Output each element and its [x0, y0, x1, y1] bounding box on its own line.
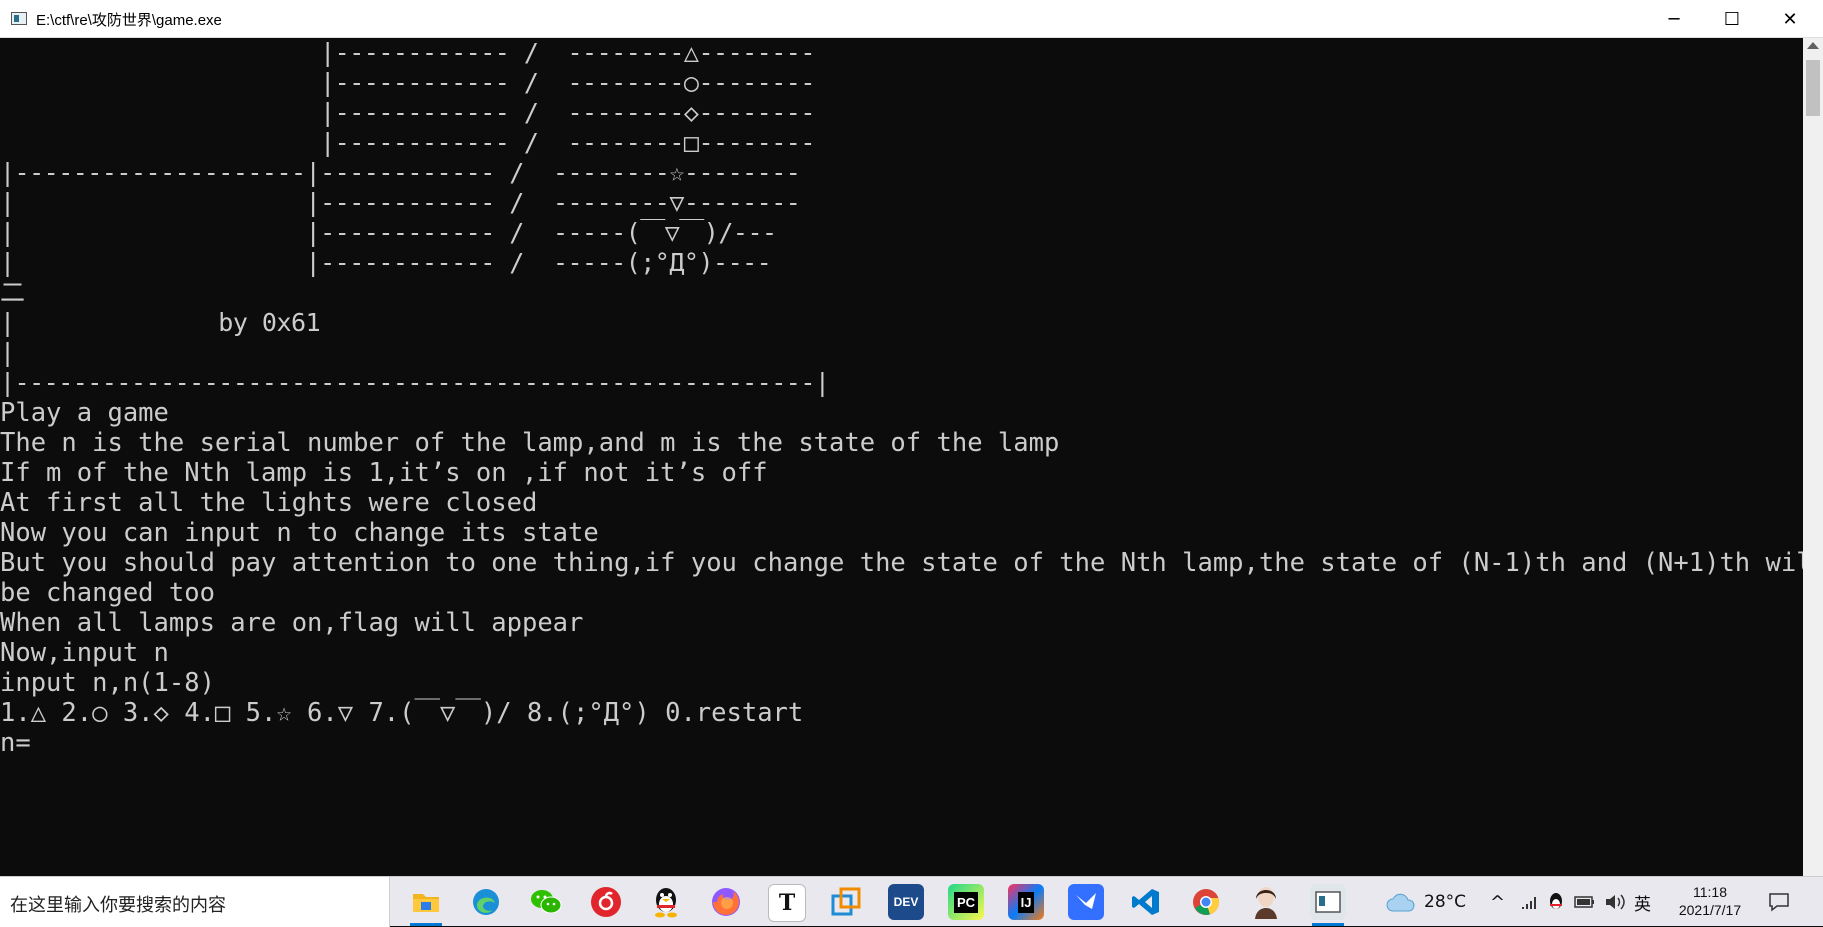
taskbar: 在这里输入你要搜索的内容 T DEV PC IJ 28°C ^ 英 11:18 … — [0, 876, 1823, 927]
qq-tray-icon[interactable] — [1547, 877, 1565, 927]
console-line: be changed too — [0, 578, 215, 608]
art-line: |------------ / --------◇-------- — [0, 98, 815, 127]
search-placeholder: 在这里输入你要搜索的内容 — [10, 895, 226, 916]
feishu-icon[interactable] — [1068, 884, 1104, 920]
netease-music-icon[interactable] — [588, 884, 624, 920]
console-output[interactable]: |------------ / --------△-------- |-----… — [0, 38, 1803, 876]
notification-icon[interactable] — [1768, 877, 1790, 927]
weather-widget[interactable]: 28°C — [1386, 877, 1466, 927]
wechat-icon[interactable] — [528, 884, 564, 920]
file-explorer-icon[interactable] — [408, 884, 444, 926]
edge-browser-icon[interactable] — [468, 884, 504, 920]
console-app-icon — [11, 12, 27, 25]
art-line: |---------------------------------------… — [0, 368, 830, 397]
scrollbar-thumb[interactable] — [1806, 60, 1820, 116]
close-button[interactable]: ✕ — [1761, 0, 1819, 38]
art-line: |--------------------|------------ / ---… — [0, 158, 801, 187]
art-line: |------------ / --------○-------- — [0, 68, 815, 97]
weather-temperature: 28°C — [1424, 892, 1467, 912]
clock-time: 11:18 — [1693, 884, 1727, 900]
volume-icon[interactable] — [1604, 877, 1626, 927]
art-line: | by 0x61 — [0, 308, 321, 337]
console-line: At first all the lights were closed — [0, 488, 538, 518]
ime-indicator[interactable]: 英 — [1634, 877, 1651, 927]
console-line: Play a game — [0, 398, 169, 428]
art-line: | |------------ / --------▽-------- — [0, 188, 801, 217]
network-icon[interactable] — [1520, 877, 1540, 927]
console-line: If m of the Nth lamp is 1,it’s on ,if no… — [0, 458, 768, 488]
art-line: |------------ / --------□-------- — [0, 128, 815, 157]
vertical-scrollbar[interactable] — [1803, 38, 1823, 876]
art-line: |------------ / --------△-------- — [0, 38, 815, 67]
qq-penguin-icon[interactable] — [648, 884, 684, 920]
console-line: Now you can input n to change its state — [0, 518, 599, 548]
scroll-up-arrow-icon[interactable] — [1807, 42, 1819, 49]
battery-icon[interactable] — [1574, 877, 1596, 927]
console-line: But you should pay attention to one thin… — [0, 548, 1803, 578]
firefox-icon[interactable] — [708, 884, 744, 920]
console-line: input n,n(1-8) — [0, 668, 215, 698]
photo-app-icon[interactable] — [1248, 884, 1284, 920]
art-line: | |------------ / -----(;°Д°)---- — [0, 248, 772, 277]
pycharm-label: PC — [953, 891, 979, 913]
console-line: 1.△ 2.○ 3.◇ 4.□ 5.☆ 6.▽ 7.(￣▽￣)/ 8.(;°Д°… — [0, 698, 804, 728]
title-bar: E:\ctf\re\攻防世界\game.exe ─ ☐ ✕ — [0, 0, 1823, 38]
taskbar-clock[interactable]: 11:18 2021/7/17 — [1670, 883, 1750, 919]
input-prompt[interactable]: n= — [0, 728, 1803, 758]
maximize-button[interactable]: ☐ — [1703, 0, 1761, 38]
game-console-taskbar-icon[interactable] — [1310, 884, 1346, 926]
chevron-up-icon[interactable]: ^ — [1490, 892, 1505, 913]
console-text: Play a game The n is the serial number o… — [0, 398, 1803, 758]
console-line: When all lamps are on,flag will appear — [0, 608, 584, 638]
console-line: The n is the serial number of the lamp,a… — [0, 428, 1060, 458]
vmware-icon[interactable] — [828, 884, 864, 920]
window-title: E:\ctf\re\攻防世界\game.exe — [36, 12, 222, 29]
chrome-icon[interactable] — [1188, 884, 1224, 920]
intellij-icon[interactable]: IJ — [1008, 884, 1044, 920]
art-line: | — [0, 338, 15, 367]
typora-icon[interactable]: T — [768, 884, 806, 922]
taskbar-search-box[interactable]: 在这里输入你要搜索的内容 — [0, 877, 390, 927]
clock-date: 2021/7/17 — [1678, 902, 1742, 918]
minimize-button[interactable]: ─ — [1645, 0, 1703, 38]
intellij-label: IJ — [1017, 891, 1035, 913]
pycharm-icon[interactable]: PC — [948, 884, 984, 920]
vscode-icon[interactable] — [1128, 884, 1164, 920]
dev-cpp-icon[interactable]: DEV — [888, 884, 924, 920]
art-line: | |------------ / -----(￣▽￣)/--- — [0, 218, 777, 247]
ascii-art-banner: |------------ / --------△-------- |-----… — [0, 38, 830, 398]
cloud-icon — [1386, 893, 1415, 912]
art-line: 二 — [0, 278, 25, 307]
show-hidden-icons-button[interactable]: ^ — [1490, 877, 1505, 927]
console-line: Now,input n — [0, 638, 169, 668]
